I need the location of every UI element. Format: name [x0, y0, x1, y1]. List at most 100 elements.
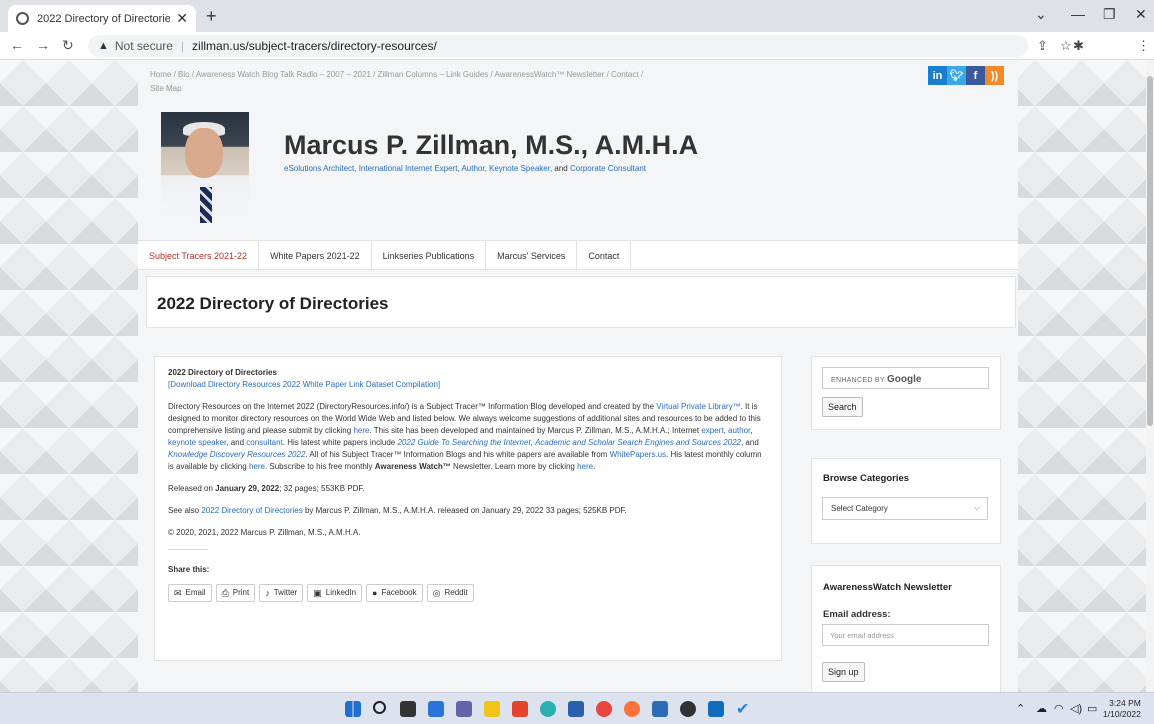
download-link[interactable]: [Download Directory Resources 2022 White… — [168, 380, 440, 389]
top-link-sitemap[interactable]: Site Map — [150, 84, 182, 93]
site-header: Marcus P. Zillman, M.S., A.M.H.A eSoluti… — [138, 100, 1018, 236]
submit-here-link[interactable]: here — [353, 426, 369, 435]
rss-icon[interactable]: )) — [985, 66, 1004, 85]
share-icon[interactable]: ⇪ — [1037, 38, 1048, 54]
security-label[interactable]: Not secure — [115, 39, 173, 53]
body-text: , and — [740, 438, 759, 447]
restore-button[interactable]: ❐ — [1103, 6, 1116, 23]
see-also-suffix: by Marcus P. Zillman, M.S., A.M.H.A. rel… — [302, 506, 627, 515]
bookmark-star-icon[interactable]: ☆ — [1060, 38, 1072, 54]
virtual-library-link[interactable]: Virtual Private Library™ — [656, 402, 740, 411]
forward-icon[interactable]: → — [36, 37, 50, 53]
nav-white-papers[interactable]: White Papers 2021-22 — [259, 241, 372, 271]
category-select[interactable]: Select Category ⌵ — [822, 497, 988, 520]
warning-icon[interactable]: ▲ — [98, 40, 109, 52]
wifi-icon[interactable]: ◠ — [1054, 702, 1064, 715]
share-reddit-button[interactable]: ◎ Reddit — [426, 584, 474, 602]
edge-icon[interactable] — [540, 701, 556, 717]
top-link-columns[interactable]: Zillman Columns – Link Guides — [378, 70, 489, 79]
reddit-icon: ◎ — [432, 588, 441, 598]
author-link[interactable]: author — [728, 426, 750, 435]
column-here-link[interactable]: here — [249, 462, 265, 471]
reload-icon[interactable]: ↻ — [62, 37, 74, 54]
word-icon[interactable] — [568, 701, 584, 717]
tab-title: 2022 Directory of Directories - M — [37, 12, 171, 25]
url-text[interactable]: zillman.us/subject-tracers/directory-res… — [192, 39, 437, 53]
clock-time: 3:24 PM — [1109, 698, 1141, 708]
taskbar-clock[interactable]: 3:24 PM 1/10/2022 — [1103, 698, 1141, 720]
task-view-icon[interactable] — [400, 701, 416, 717]
chrome-icon[interactable] — [596, 701, 612, 717]
onedrive-icon[interactable]: ☁ — [1036, 702, 1047, 715]
signup-button[interactable]: Sign up — [822, 662, 865, 682]
share-linkedin-label: LinkedIn — [325, 588, 357, 597]
office-icon[interactable] — [512, 701, 528, 717]
site-title[interactable]: Marcus P. Zillman, M.S., A.M.H.A — [284, 130, 698, 161]
new-tab-button[interactable]: + — [206, 6, 217, 27]
category-select-value: Select Category — [831, 504, 888, 513]
battery-icon[interactable]: ▭ — [1087, 702, 1097, 715]
twitter-icon[interactable]: 🐦︎ — [947, 66, 966, 85]
released-suffix: ; 32 pages; 553KB PDF. — [279, 484, 365, 493]
search-button[interactable]: Search — [822, 397, 863, 417]
start-icon[interactable] — [345, 701, 361, 717]
academic-scholar-link[interactable]: Academic and Scholar Search Engines and … — [535, 438, 741, 447]
email-field[interactable]: Your email address — [822, 624, 989, 646]
consultant-link[interactable]: consultant — [246, 438, 282, 447]
store-icon[interactable] — [652, 701, 668, 717]
search-icon[interactable] — [373, 701, 386, 714]
close-tab-icon[interactable]: ✕ — [176, 10, 188, 27]
teams-icon[interactable] — [456, 701, 472, 717]
share-twitter-button[interactable]: ♪ Twitter — [259, 584, 304, 602]
top-link-home[interactable]: Home — [150, 70, 171, 79]
share-facebook-label: Facebook — [381, 588, 417, 597]
widgets-icon[interactable] — [428, 701, 444, 717]
nav-subject-tracers[interactable]: Subject Tracers 2021-22 — [138, 241, 260, 271]
share-print-button[interactable]: ⎙ Print — [215, 584, 256, 602]
body-text: , and — [226, 438, 247, 447]
knowledge-discovery-link[interactable]: Knowledge Discovery Resources 2022 — [168, 450, 305, 459]
nav-services[interactable]: Marcus' Services — [486, 241, 578, 271]
share-facebook-button[interactable]: ● Facebook — [366, 584, 423, 602]
nav-linkseries[interactable]: Linkseries Publications — [372, 241, 487, 271]
page-viewport: Home / Bio / Awareness Watch Blog Talk R… — [0, 60, 1154, 692]
top-link-newsletter[interactable]: AwarenessWatch™ Newsletter — [495, 70, 605, 79]
todo-icon[interactable]: ✔ — [736, 699, 752, 718]
extensions-icon[interactable]: ✱ — [1073, 38, 1084, 54]
linkedin-icon: ▣ — [313, 588, 322, 598]
outlook-icon[interactable] — [708, 701, 724, 717]
dell-icon[interactable] — [680, 701, 696, 717]
tray-overflow-icon[interactable]: ⌃ — [1016, 702, 1025, 715]
back-icon[interactable]: ← — [10, 37, 24, 53]
expert-link[interactable]: expert — [701, 426, 723, 435]
share-linkedin-button[interactable]: ▣ LinkedIn — [307, 584, 363, 602]
tab-search-icon[interactable]: ⌄ — [1035, 6, 1047, 23]
scrollbar[interactable] — [1146, 60, 1154, 692]
file-explorer-icon[interactable] — [484, 701, 500, 717]
linkedin-icon[interactable]: in — [928, 66, 947, 85]
volume-icon[interactable]: ◁) — [1070, 702, 1082, 715]
close-window-button[interactable]: ✕ — [1135, 6, 1147, 23]
whitepapers-link[interactable]: WhitePapers.us — [610, 450, 666, 459]
share-buttons: ✉ Email ⎙ Print ♪ Twitter ▣ LinkedIn ● Facebo… — [168, 584, 768, 602]
nav-contact[interactable]: Contact — [577, 241, 632, 271]
browser-tab[interactable]: 2022 Directory of Directories - M ✕ — [8, 5, 196, 32]
facebook-icon[interactable]: f — [966, 66, 985, 85]
share-email-button[interactable]: ✉ Email — [168, 584, 212, 602]
top-link-bio[interactable]: Bio — [178, 70, 190, 79]
top-link-blog-talk-radio[interactable]: Awareness Watch Blog Talk Radio – 2007 –… — [196, 70, 371, 79]
top-link-contact[interactable]: Contact — [611, 70, 639, 79]
browser-menu-icon[interactable]: ⋮ — [1137, 38, 1150, 54]
address-bar[interactable]: ▲ Not secure | zillman.us/subject-tracer… — [88, 35, 1028, 57]
minimize-button[interactable]: — — [1071, 6, 1085, 22]
guide-searching-link[interactable]: 2022 Guide To Searching the Internet — [397, 438, 530, 447]
keynote-link[interactable]: keynote speaker — [168, 438, 226, 447]
see-also-link[interactable]: 2022 Directory of Directories — [201, 506, 302, 515]
post-body: Directory Resources on the Internet 2022… — [168, 401, 768, 473]
scrollbar-thumb[interactable] — [1147, 76, 1153, 426]
firefox-icon[interactable] — [624, 701, 640, 717]
tagline-part2: Corporate Consultant — [569, 164, 647, 173]
google-search-input[interactable]: ENHANCED BY Google — [822, 367, 989, 389]
author-photo — [161, 112, 249, 226]
learn-more-link[interactable]: here — [577, 462, 593, 471]
